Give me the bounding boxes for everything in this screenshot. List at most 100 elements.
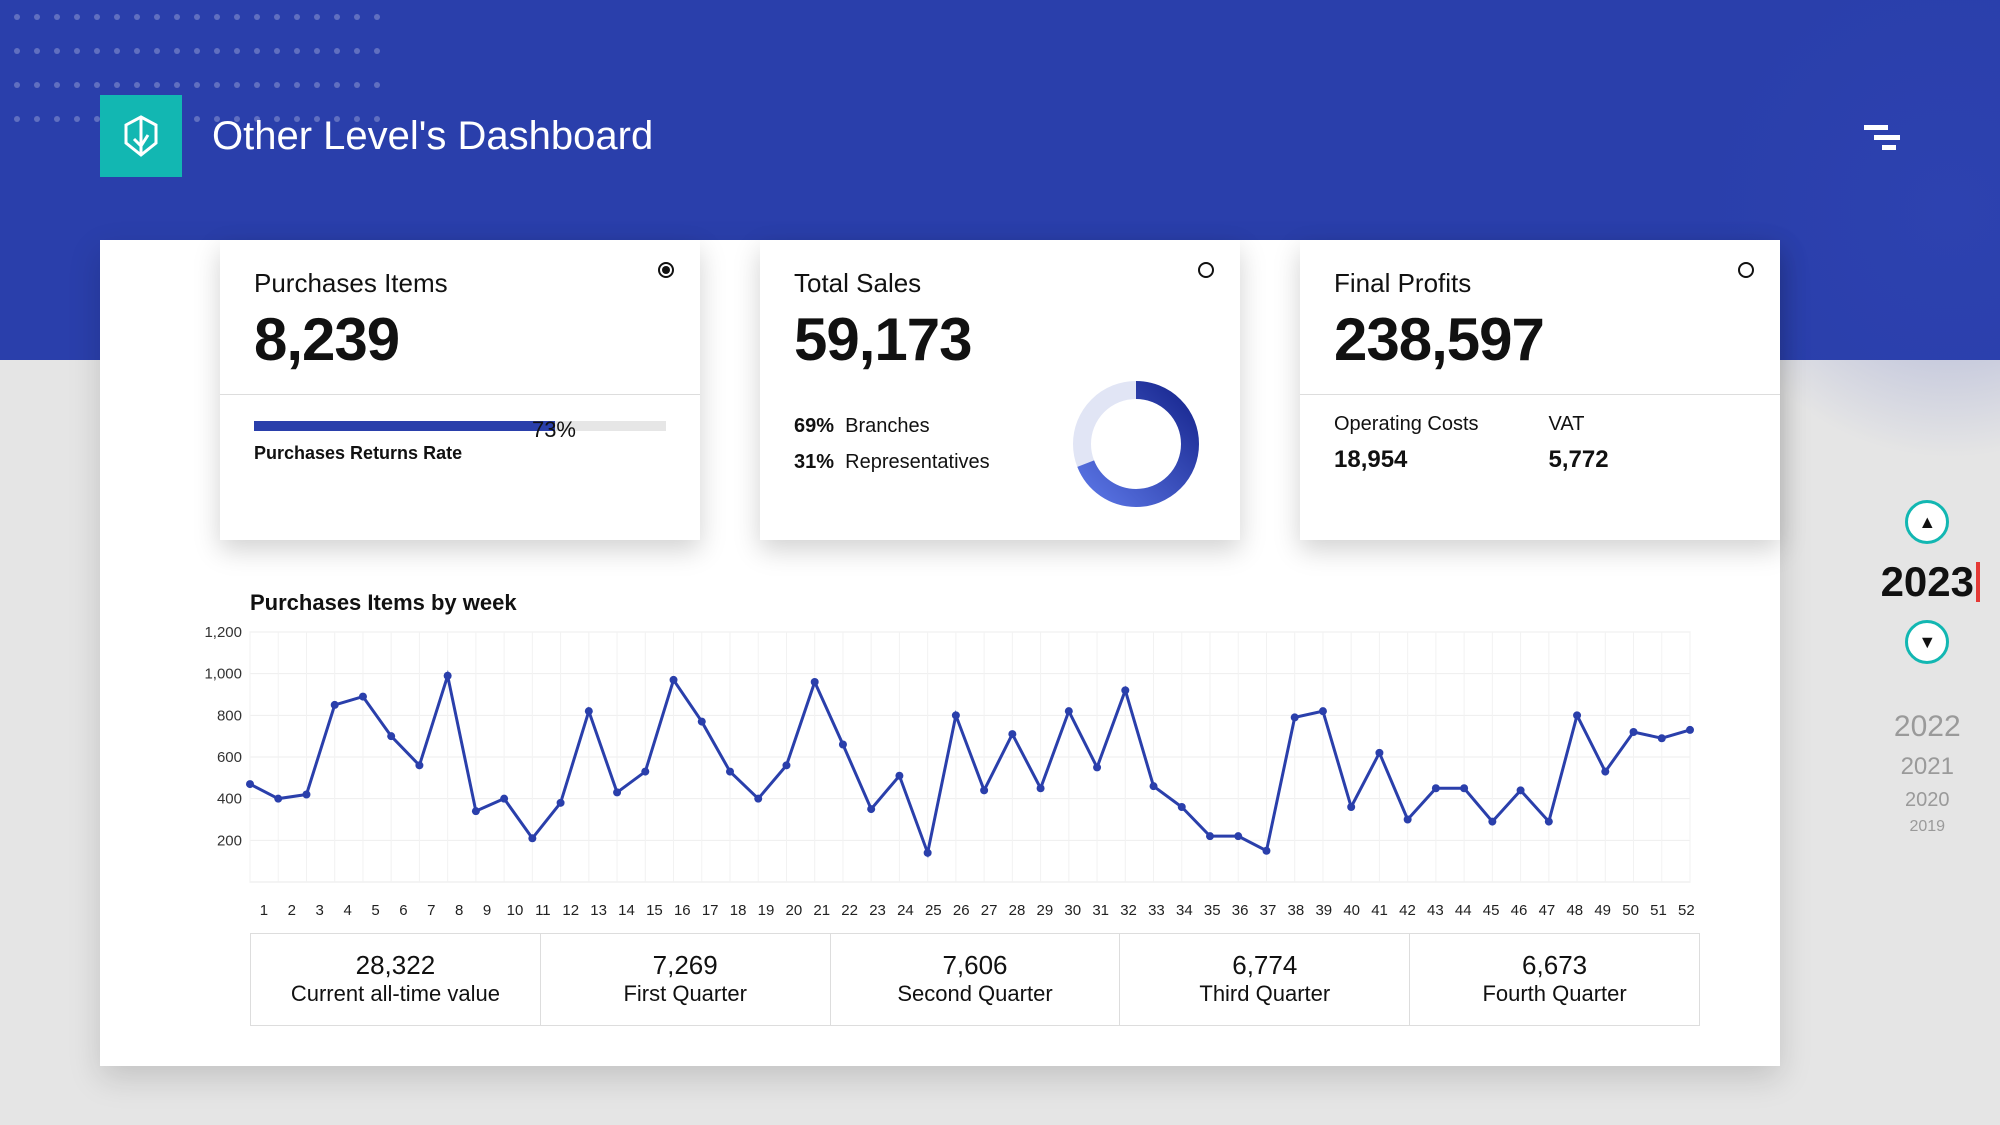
year-list: 2022202120202019 — [1881, 704, 1974, 839]
weekly-chart: Purchases Items by week 200 400 600 800 1,00… — [180, 590, 1700, 1026]
year-option[interactable]: 2021 — [1881, 749, 1974, 785]
svg-text:1,200: 1,200 — [204, 624, 242, 641]
progress-bar — [254, 421, 666, 431]
summary-cell: 6,673Fourth Quarter — [1410, 934, 1699, 1025]
donut-chart — [1066, 374, 1206, 514]
quarter-summary: 28,322Current all-time value7,269First Q… — [250, 933, 1700, 1026]
x-tick: 25 — [919, 902, 947, 919]
year-option[interactable]: 2020 — [1881, 785, 1974, 815]
x-tick: 20 — [780, 902, 808, 919]
x-tick: 22 — [836, 902, 864, 919]
kpi-card-profits[interactable]: Final Profits 238,597 Operating Costs 18… — [1300, 240, 1780, 540]
x-tick: 9 — [473, 902, 501, 919]
page-title: Other Level's Dashboard — [212, 114, 653, 159]
x-tick: 48 — [1561, 902, 1589, 919]
x-tick: 37 — [1254, 902, 1282, 919]
chart-title: Purchases Items by week — [250, 590, 1700, 616]
x-tick: 50 — [1617, 902, 1645, 919]
x-tick: 45 — [1477, 902, 1505, 919]
svg-text:600: 600 — [217, 749, 242, 766]
x-tick: 16 — [668, 902, 696, 919]
x-tick: 39 — [1310, 902, 1338, 919]
logo-icon — [118, 113, 164, 159]
x-tick: 44 — [1449, 902, 1477, 919]
caret-down-icon: ▼ — [1918, 632, 1936, 653]
radio-selected-icon[interactable] — [658, 262, 674, 278]
svg-text:400: 400 — [217, 791, 242, 808]
radio-icon[interactable] — [1198, 262, 1214, 278]
x-tick: 40 — [1338, 902, 1366, 919]
x-tick: 42 — [1394, 902, 1422, 919]
summary-cell: 6,774Third Quarter — [1120, 934, 1410, 1025]
returns-caption: Purchases Returns Rate — [254, 443, 666, 464]
caret-up-icon: ▲ — [1918, 512, 1936, 533]
x-tick: 8 — [445, 902, 473, 919]
header: Other Level's Dashboard — [100, 95, 1900, 177]
x-tick: 7 — [417, 902, 445, 919]
x-axis-labels: 1234567891011121314151617181920212223242… — [250, 902, 1700, 919]
x-tick: 30 — [1059, 902, 1087, 919]
year-down-button[interactable]: ▼ — [1905, 620, 1949, 664]
x-tick: 13 — [585, 902, 613, 919]
kpi-value: 59,173 — [794, 305, 1206, 374]
x-tick: 4 — [334, 902, 362, 919]
kpi-row: Purchases Items 8,239 73% Purchases Retu… — [220, 240, 1780, 540]
svg-text:200: 200 — [217, 832, 242, 849]
x-tick: 35 — [1198, 902, 1226, 919]
radio-icon[interactable] — [1738, 262, 1754, 278]
svg-text:1,000: 1,000 — [204, 666, 242, 683]
x-tick: 43 — [1421, 902, 1449, 919]
x-tick: 32 — [1115, 902, 1143, 919]
x-tick: 5 — [362, 902, 390, 919]
x-tick: 3 — [306, 902, 334, 919]
x-tick: 15 — [640, 902, 668, 919]
x-tick: 6 — [389, 902, 417, 919]
x-tick: 29 — [1031, 902, 1059, 919]
x-tick: 51 — [1645, 902, 1673, 919]
year-current: 2023 — [1881, 558, 1974, 606]
kpi-card-sales[interactable]: Total Sales 59,173 69% Branches 31% Repr… — [760, 240, 1240, 540]
x-tick: 19 — [752, 902, 780, 919]
year-option[interactable]: 2019 — [1881, 815, 1974, 839]
kpi-card-purchases[interactable]: Purchases Items 8,239 73% Purchases Retu… — [220, 240, 700, 540]
x-tick: 24 — [891, 902, 919, 919]
kpi-value: 8,239 — [254, 305, 666, 374]
summary-cell: 7,606Second Quarter — [831, 934, 1121, 1025]
x-tick: 31 — [1087, 902, 1115, 919]
x-tick: 10 — [501, 902, 529, 919]
x-tick: 17 — [696, 902, 724, 919]
svg-text:800: 800 — [217, 707, 242, 724]
x-tick: 28 — [1003, 902, 1031, 919]
kpi-label: Final Profits — [1334, 268, 1746, 299]
x-tick: 52 — [1672, 902, 1700, 919]
returns-rate: 73% Purchases Returns Rate — [254, 421, 666, 464]
year-up-button[interactable]: ▲ — [1905, 500, 1949, 544]
x-tick: 38 — [1282, 902, 1310, 919]
x-tick: 46 — [1505, 902, 1533, 919]
line-chart: 200 400 600 800 1,000 1,200 — [180, 622, 1700, 902]
kpi-label: Purchases Items — [254, 268, 666, 299]
app-logo[interactable] — [100, 95, 182, 177]
returns-rate-pct: 73% — [532, 417, 576, 443]
x-tick: 11 — [529, 902, 557, 919]
x-tick: 47 — [1533, 902, 1561, 919]
x-tick: 21 — [808, 902, 836, 919]
summary-cell: 28,322Current all-time value — [251, 934, 541, 1025]
year-slicer: ▲ 2023 ▼ 2022202120202019 — [1881, 500, 1974, 839]
year-option[interactable]: 2022 — [1881, 704, 1974, 749]
x-tick: 23 — [864, 902, 892, 919]
x-tick: 12 — [557, 902, 585, 919]
x-tick: 33 — [1143, 902, 1171, 919]
x-tick: 2 — [278, 902, 306, 919]
x-tick: 36 — [1226, 902, 1254, 919]
sales-split: 69% Branches 31% Representatives — [794, 408, 990, 480]
x-tick: 14 — [613, 902, 641, 919]
kpi-label: Total Sales — [794, 268, 1206, 299]
profits-breakdown: Operating Costs 18,954 VAT 5,772 — [1334, 413, 1746, 474]
x-tick: 49 — [1589, 902, 1617, 919]
kpi-value: 238,597 — [1334, 305, 1746, 374]
x-tick: 1 — [250, 902, 278, 919]
menu-icon[interactable] — [1864, 121, 1900, 151]
x-tick: 18 — [724, 902, 752, 919]
summary-cell: 7,269First Quarter — [541, 934, 831, 1025]
